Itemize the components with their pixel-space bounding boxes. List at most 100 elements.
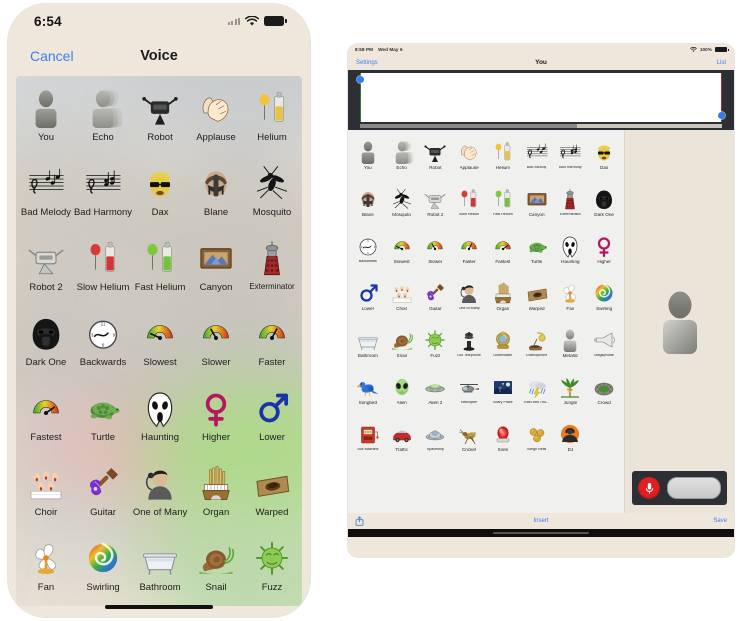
effect-cell-fast-helium[interactable]: Fast Helium bbox=[132, 232, 188, 307]
effect-cell-dax[interactable]: Dax bbox=[132, 157, 188, 232]
effect-cell-snail[interactable]: Snail bbox=[188, 532, 244, 606]
effect-cell-slow-helium[interactable]: Slow Helium bbox=[452, 181, 486, 228]
effect-cell-jungle[interactable]: Jungle bbox=[554, 369, 588, 416]
pad-effect-grid-container[interactable]: You Echo Robot Applause Helium Bad Melod… bbox=[348, 130, 625, 513]
effect-cell-fan[interactable]: Fan bbox=[554, 275, 588, 322]
effect-cell-blane[interactable]: Blane bbox=[188, 157, 244, 232]
record-button[interactable] bbox=[638, 477, 660, 499]
effect-cell-helium[interactable]: Helium bbox=[486, 134, 520, 181]
effect-cell-siren[interactable]: Siren bbox=[486, 416, 520, 463]
effect-cell-bad-melody[interactable]: Bad Melody bbox=[18, 157, 74, 232]
effect-cell-faster[interactable]: Faster bbox=[452, 228, 486, 275]
effect-cell-mosquito[interactable]: Mosquito bbox=[244, 157, 300, 232]
effect-cell-spaceship[interactable]: Spaceship bbox=[419, 416, 453, 463]
effect-cell-bad-harmony[interactable]: Bad Harmony bbox=[74, 157, 132, 232]
effect-cell-organ[interactable]: Organ bbox=[486, 275, 520, 322]
effect-cell-backwards[interactable]: 21 3 9 6 Backwards bbox=[74, 307, 132, 382]
effect-cell-bathroom[interactable]: Bathroom bbox=[351, 322, 385, 369]
effect-cell-slower[interactable]: Slower bbox=[188, 307, 244, 382]
effect-cell-swirling[interactable]: Swirling bbox=[74, 532, 132, 606]
phone-effect-grid-container[interactable]: You Echo Robot Applause Helium Bad Melod… bbox=[16, 76, 302, 606]
insert-button[interactable]: Insert bbox=[348, 518, 734, 524]
effect-cell-haunting[interactable]: Haunting bbox=[132, 382, 188, 457]
effect-cell-slot-machine[interactable]: Slot Machine bbox=[351, 416, 385, 463]
effect-cell-exterminator[interactable]: Exterminator bbox=[554, 181, 588, 228]
effect-cell-swirling[interactable]: Swirling bbox=[587, 275, 621, 322]
effect-cell-canyon[interactable]: Canyon bbox=[188, 232, 244, 307]
effect-cell-one-of-many[interactable]: One of Many bbox=[132, 457, 188, 532]
effect-cell-helicopter[interactable]: Helicopter bbox=[452, 369, 486, 416]
effect-cell-gramophone[interactable]: Gramophone bbox=[520, 322, 554, 369]
effect-cell-slowest[interactable]: Slowest bbox=[132, 307, 188, 382]
effect-cell-old-telephone[interactable]: Old Telephone bbox=[452, 322, 486, 369]
effect-cell-robot[interactable]: Robot bbox=[132, 82, 188, 157]
effect-cell-bad-melody[interactable]: Bad Melody bbox=[520, 134, 554, 181]
cancel-button[interactable]: Cancel bbox=[30, 48, 74, 64]
effect-cell-fuzz[interactable]: Fuzz bbox=[244, 532, 300, 606]
effect-cell-dax[interactable]: Dax bbox=[587, 134, 621, 181]
effect-cell-exterminator[interactable]: Exterminator bbox=[244, 232, 300, 307]
effect-cell-you[interactable]: You bbox=[351, 134, 385, 181]
effect-cell-fuzz[interactable]: Fuzz bbox=[419, 322, 453, 369]
effect-cell-warped[interactable]: Warped bbox=[244, 457, 300, 532]
effect-cell-canyon[interactable]: Canyon bbox=[520, 181, 554, 228]
effect-cell-you[interactable]: You bbox=[18, 82, 74, 157]
effect-cell-alien-2[interactable]: Alien 2 bbox=[419, 369, 453, 416]
effect-cell-sleigh-bells[interactable]: Sleigh Bells bbox=[520, 416, 554, 463]
effect-cell-bathroom[interactable]: Bathroom bbox=[132, 532, 188, 606]
effect-cell-fan[interactable]: Fan bbox=[18, 532, 74, 606]
effect-cell-slowest[interactable]: Slowest bbox=[385, 228, 419, 275]
effect-cell-guitar[interactable]: Guitar bbox=[74, 457, 132, 532]
effect-cell-snail[interactable]: Snail bbox=[385, 322, 419, 369]
phone-effect-grid[interactable]: You Echo Robot Applause Helium Bad Melod… bbox=[16, 76, 302, 606]
selection-handle-end-icon[interactable] bbox=[718, 112, 725, 119]
effect-cell-rain-and-thu[interactable]: Rain and Thu... bbox=[520, 369, 554, 416]
waveform-editor[interactable] bbox=[348, 70, 734, 130]
effect-cell-traffic[interactable]: Traffic bbox=[385, 416, 419, 463]
selection-handle-start-icon[interactable] bbox=[357, 76, 364, 83]
effect-cell-scary-place[interactable]: Scary Place bbox=[486, 369, 520, 416]
effect-cell-choir[interactable]: Choir bbox=[18, 457, 74, 532]
effect-cell-fast-helium[interactable]: Fast Helium bbox=[486, 181, 520, 228]
effect-cell-higher[interactable]: Higher bbox=[188, 382, 244, 457]
effect-cell-metallic[interactable]: Metallic bbox=[554, 322, 588, 369]
effect-cell-backwards[interactable]: 21 3 9 6 Backwards bbox=[351, 228, 385, 275]
effect-cell-dark-one[interactable]: Dark One bbox=[587, 181, 621, 228]
effect-cell-one-of-many[interactable]: One of Many bbox=[452, 275, 486, 322]
effect-cell-haunting[interactable]: Haunting bbox=[554, 228, 588, 275]
effect-cell-slower[interactable]: Slower bbox=[419, 228, 453, 275]
effect-cell-slow-helium[interactable]: Slow Helium bbox=[74, 232, 132, 307]
effect-cell-turtle[interactable]: Turtle bbox=[520, 228, 554, 275]
effect-cell-robot-2[interactable]: Robot 2 bbox=[18, 232, 74, 307]
effect-cell-robot-2[interactable]: Robot 2 bbox=[419, 181, 453, 228]
effect-cell-faster[interactable]: Faster bbox=[244, 307, 300, 382]
effect-cell-higher[interactable]: Higher bbox=[587, 228, 621, 275]
effect-cell-helium[interactable]: Helium bbox=[244, 82, 300, 157]
effect-cell-echo[interactable]: Echo bbox=[74, 82, 132, 157]
effect-cell-megaphone[interactable]: Megaphone bbox=[587, 322, 621, 369]
effect-cell-blane[interactable]: Blane bbox=[351, 181, 385, 228]
effect-cell-warped[interactable]: Warped bbox=[520, 275, 554, 322]
effect-cell-applause[interactable]: Applause bbox=[188, 82, 244, 157]
save-button[interactable]: Save bbox=[713, 518, 727, 524]
effect-cell-bad-harmony[interactable]: Bad Harmony bbox=[554, 134, 588, 181]
effect-cell-choir[interactable]: Choir bbox=[385, 275, 419, 322]
effect-cell-turtle[interactable]: Turtle bbox=[74, 382, 132, 457]
effect-cell-underwater[interactable]: Underwater bbox=[486, 322, 520, 369]
effect-cell-dj[interactable]: DJ bbox=[554, 416, 588, 463]
effect-cell-mosquito[interactable]: Mosquito bbox=[385, 181, 419, 228]
effect-cell-robot[interactable]: Robot bbox=[419, 134, 453, 181]
effect-cell-fastest[interactable]: Fastest bbox=[486, 228, 520, 275]
waveform-canvas[interactable] bbox=[360, 73, 722, 122]
effect-cell-guitar[interactable]: Guitar bbox=[419, 275, 453, 322]
effect-cell-applause[interactable]: Applause bbox=[452, 134, 486, 181]
pad-effect-grid[interactable]: You Echo Robot Applause Helium Bad Melod… bbox=[348, 130, 624, 467]
effect-cell-lower[interactable]: Lower bbox=[244, 382, 300, 457]
waveform-scrollbar[interactable] bbox=[360, 124, 722, 128]
playback-slider[interactable] bbox=[667, 477, 721, 499]
effect-cell-organ[interactable]: Organ bbox=[188, 457, 244, 532]
effect-cell-echo[interactable]: Echo bbox=[385, 134, 419, 181]
effect-cell-lower[interactable]: Lower bbox=[351, 275, 385, 322]
effect-cell-cricket[interactable]: Cricket bbox=[452, 416, 486, 463]
effect-cell-fastest[interactable]: Fastest bbox=[18, 382, 74, 457]
